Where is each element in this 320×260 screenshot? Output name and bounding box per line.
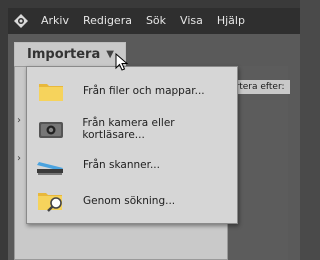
camera-icon bbox=[37, 117, 64, 141]
menu-item-label: Från filer och mappar... bbox=[83, 85, 205, 97]
menu-item-label: Från skanner... bbox=[83, 159, 160, 171]
menu-hjalp[interactable]: Hjälp bbox=[210, 8, 252, 34]
menu-item-label: Genom sökning... bbox=[83, 195, 176, 207]
menu-item-from-scanner[interactable]: Från skanner... bbox=[27, 147, 237, 183]
mouse-cursor-icon bbox=[115, 52, 129, 71]
menu-item-label: Från kamera eller kortläsare... bbox=[82, 117, 175, 141]
menu-redigera[interactable]: Redigera bbox=[76, 8, 139, 34]
import-menu: Från filer och mappar... Från kamera ell… bbox=[26, 66, 238, 224]
import-button-label: Importera bbox=[27, 47, 101, 62]
menu-sok[interactable]: Sök bbox=[139, 8, 173, 34]
sort-label: ortera efter: bbox=[230, 80, 290, 94]
import-button[interactable]: Importera ▼ bbox=[14, 42, 126, 66]
chevron-right-icon[interactable]: › bbox=[17, 153, 21, 164]
elements-organizer-icon[interactable] bbox=[8, 8, 34, 34]
menu-item-from-files[interactable]: Från filer och mappar... bbox=[27, 73, 237, 109]
menu-visa[interactable]: Visa bbox=[173, 8, 210, 34]
menu-item-by-search[interactable]: Genom sökning... bbox=[27, 183, 237, 219]
folder-icon bbox=[37, 79, 65, 103]
menu-arkiv[interactable]: Arkiv bbox=[34, 8, 76, 34]
scanner-icon bbox=[37, 153, 65, 177]
menu-bar: Arkiv Redigera Sök Visa Hjälp bbox=[8, 8, 300, 34]
folder-search-icon bbox=[37, 189, 65, 213]
menu-item-from-camera[interactable]: Från kamera eller kortläsare... bbox=[27, 111, 237, 147]
chevron-down-icon: ▼ bbox=[106, 49, 114, 60]
chevron-right-icon[interactable]: › bbox=[17, 115, 21, 126]
